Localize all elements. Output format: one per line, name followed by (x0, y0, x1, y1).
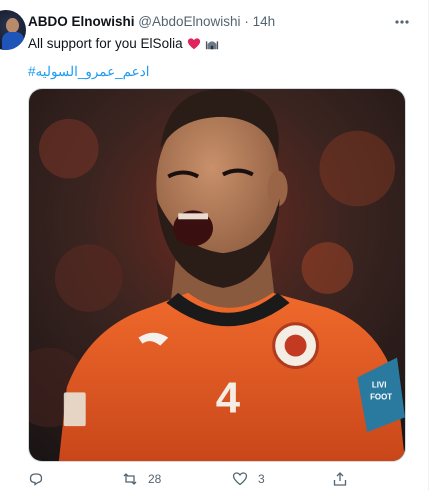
avatar-head (6, 18, 19, 33)
reply-icon (29, 473, 43, 486)
tweet-photo[interactable]: 4 LIVI FOOT (28, 88, 406, 462)
like-count: 3 (258, 472, 265, 486)
reply-button[interactable] (28, 470, 54, 488)
retweet-count: 28 (148, 472, 162, 486)
armband-text-2: FOOT (370, 392, 392, 401)
avatar[interactable] (0, 10, 26, 50)
share-icon (333, 472, 347, 486)
like-button[interactable]: 3 (232, 470, 265, 488)
tweet-actions: 28 3 (28, 470, 398, 488)
tweet-card[interactable]: ABDO Elnowishi @AbdoElnowishi · 14h All … (0, 0, 429, 491)
heart-outline-icon (232, 472, 248, 486)
avatar-shirt (2, 32, 24, 50)
tweet-body: All support for you ElSolia (28, 36, 183, 51)
tweet-time[interactable]: 14h (253, 14, 276, 29)
hashtag-link[interactable]: #ادعم_عمرو_السوليه (28, 64, 149, 80)
share-button[interactable] (332, 470, 348, 488)
red-heart-emoji-icon (187, 37, 200, 49)
tweet-header: ABDO Elnowishi @AbdoElnowishi · 14h (28, 14, 275, 29)
author-handle[interactable]: @AbdoElnowishi (138, 14, 240, 29)
retweet-button[interactable]: 28 (122, 470, 161, 488)
header-separator: · (244, 14, 249, 29)
author-name[interactable]: ABDO Elnowishi (28, 14, 135, 29)
more-horizontal-icon (395, 20, 409, 24)
jersey-number: 4 (216, 373, 241, 422)
retweet-icon (123, 473, 137, 485)
more-options-button[interactable] (392, 12, 412, 32)
tweet-text: All support for you ElSolia (28, 36, 219, 51)
footballer-photo: 4 LIVI FOOT (29, 89, 405, 461)
mosque-emoji-icon (205, 40, 218, 49)
armband-text-1: LIVI (372, 380, 387, 389)
